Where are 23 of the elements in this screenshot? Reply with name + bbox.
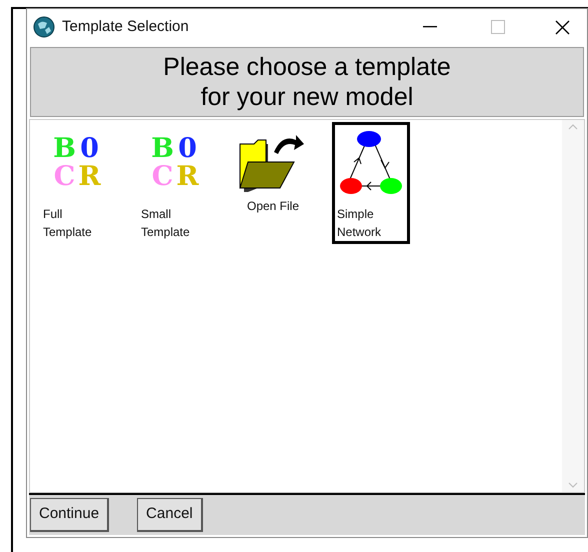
globe-icon — [33, 16, 55, 38]
window-title: Template Selection — [62, 16, 189, 37]
network-diagram-icon — [339, 130, 403, 196]
logo-icon: B 0 C R — [150, 135, 200, 191]
logo-icon: B 0 C R — [52, 135, 102, 191]
template-label: Simple Network — [336, 206, 382, 241]
maximize-icon[interactable] — [491, 20, 505, 34]
template-item[interactable]: B 0 C R Small Template — [136, 122, 214, 244]
dialog-button[interactable]: Cancel — [137, 498, 203, 532]
template-label: Open File — [246, 198, 300, 215]
scroll-up-icon[interactable] — [568, 124, 578, 130]
minimize-icon[interactable] — [423, 26, 437, 28]
scroll-down-icon[interactable] — [568, 482, 578, 488]
close-icon[interactable] — [555, 20, 570, 34]
template-label: Small Template — [140, 206, 190, 241]
template-item[interactable]: B 0 C R Full Template — [38, 122, 116, 244]
template-item[interactable]: Open File — [234, 122, 312, 244]
header-text: Please choose a template — [163, 52, 451, 82]
template-item[interactable]: Simple Network — [332, 122, 410, 244]
dialog-button[interactable]: Continue — [30, 498, 110, 532]
header-text: for your new model — [200, 82, 414, 112]
template-label: Full Template — [42, 206, 92, 241]
scrollbar[interactable] — [562, 120, 584, 492]
